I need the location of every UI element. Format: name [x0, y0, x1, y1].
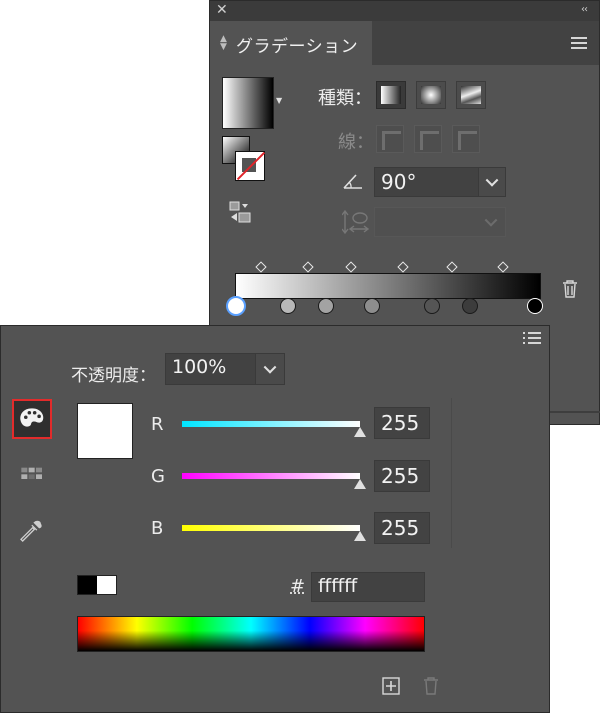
radial-gradient-icon [421, 86, 441, 104]
swatches-button[interactable] [12, 457, 52, 497]
linear-gradient-button[interactable] [376, 81, 406, 109]
new-swatch-icon[interactable] [382, 677, 400, 695]
gradient-stop[interactable] [318, 298, 334, 314]
freeform-gradient-icon [461, 86, 481, 104]
tab-reorder-icon: ▲ ▼ [220, 34, 227, 52]
color-mixer-button[interactable] [12, 399, 52, 439]
swatch-dropdown-icon[interactable]: ▼ [276, 96, 282, 105]
midpoint-marker[interactable] [446, 261, 458, 273]
angle-dropdown-button[interactable] [478, 167, 506, 197]
midpoint-marker[interactable] [397, 261, 409, 273]
panel-options-icon[interactable] [523, 332, 541, 346]
black-white-swatch[interactable] [77, 575, 117, 595]
tab-strip: ▲ ▼ グラデーション [210, 21, 599, 65]
gradient-stop[interactable] [527, 298, 543, 314]
midpoint-marker[interactable] [302, 261, 314, 273]
blue-slider[interactable] [182, 525, 360, 531]
angle-value: 90° [381, 170, 417, 194]
aspect-ratio-input[interactable] [374, 207, 506, 237]
radial-gradient-button[interactable] [416, 81, 446, 109]
green-value: 255 [381, 464, 420, 488]
panel-title-bar[interactable]: ✕ ‹‹ [210, 1, 599, 21]
chevron-down-icon [263, 360, 277, 374]
red-value: 255 [381, 411, 420, 435]
hex-label: # [290, 576, 306, 597]
opacity-dropdown-button[interactable] [255, 353, 285, 385]
close-icon[interactable]: ✕ [216, 2, 228, 18]
angle-icon [343, 174, 362, 189]
red-slider[interactable] [182, 421, 360, 427]
blue-value: 255 [381, 516, 420, 540]
tab-gradient[interactable]: ▲ ▼ グラデーション [210, 21, 372, 65]
angle-input[interactable]: 90° [374, 167, 480, 197]
red-channel-label: R [151, 414, 164, 435]
type-label: 種類： [318, 88, 372, 109]
midpoint-marker[interactable] [497, 261, 509, 273]
stroke-across-icon [458, 131, 477, 150]
gradient-stop[interactable] [364, 298, 380, 314]
swap-fill-stroke-icon[interactable] [228, 201, 252, 223]
stroke-along-icon [420, 131, 439, 150]
delete-stop-icon[interactable] [562, 280, 578, 298]
delete-swatch-icon[interactable] [423, 677, 439, 695]
midpoint-marker[interactable] [345, 261, 357, 273]
stroke-within-button[interactable] [376, 125, 404, 153]
panel-menu-icon[interactable] [571, 37, 587, 49]
palette-icon [20, 408, 44, 427]
color-panel-header [1, 326, 549, 348]
blue-channel-label: B [151, 518, 164, 539]
eyedropper-icon [20, 520, 42, 542]
gradient-swatch[interactable] [222, 77, 274, 129]
gradient-stop[interactable] [462, 298, 478, 314]
color-spectrum[interactable] [77, 616, 425, 652]
blue-slider-thumb[interactable] [354, 531, 366, 541]
stroke-across-button[interactable] [452, 125, 480, 153]
collapse-icon[interactable]: ‹‹ [581, 4, 588, 15]
linear-gradient-icon [381, 86, 401, 104]
green-value-input[interactable]: 255 [374, 460, 430, 492]
red-value-input[interactable]: 255 [374, 407, 430, 439]
aspect-ratio-icon [342, 209, 370, 235]
gradient-stop-selected[interactable] [226, 296, 246, 316]
midpoint-marker[interactable] [255, 261, 267, 273]
opacity-label: 不透明度： [71, 366, 156, 386]
opacity-input[interactable]: 100% [165, 353, 257, 385]
green-slider-thumb[interactable] [354, 479, 366, 489]
stroke-along-button[interactable] [414, 125, 442, 153]
gradient-slider[interactable] [235, 273, 541, 299]
panel-bottom-edge [544, 411, 600, 413]
current-color-swatch[interactable] [77, 403, 133, 459]
red-slider-thumb[interactable] [354, 427, 366, 437]
green-slider[interactable] [182, 473, 360, 479]
blue-value-input[interactable]: 255 [374, 512, 430, 544]
hex-value: ffffff [318, 575, 358, 597]
stroke-within-icon [382, 131, 401, 150]
chevron-down-icon [484, 213, 498, 227]
chevron-down-icon [485, 173, 499, 187]
hex-input[interactable]: ffffff [311, 572, 425, 602]
swatches-grid-icon [21, 467, 42, 479]
eyedropper-button[interactable] [12, 512, 52, 552]
stroke-swatch[interactable] [235, 151, 265, 181]
green-channel-label: G [151, 466, 165, 487]
opacity-value: 100% [172, 356, 227, 378]
gradient-stop[interactable] [280, 298, 296, 314]
stroke-label: 線： [338, 132, 374, 153]
tab-gradient-label: グラデーション [236, 37, 359, 57]
freeform-gradient-button[interactable] [456, 81, 486, 109]
color-panel: 不透明度： 100% R 255 G 255 B 255 # ffffff [0, 325, 550, 713]
gradient-stop[interactable] [424, 298, 440, 314]
